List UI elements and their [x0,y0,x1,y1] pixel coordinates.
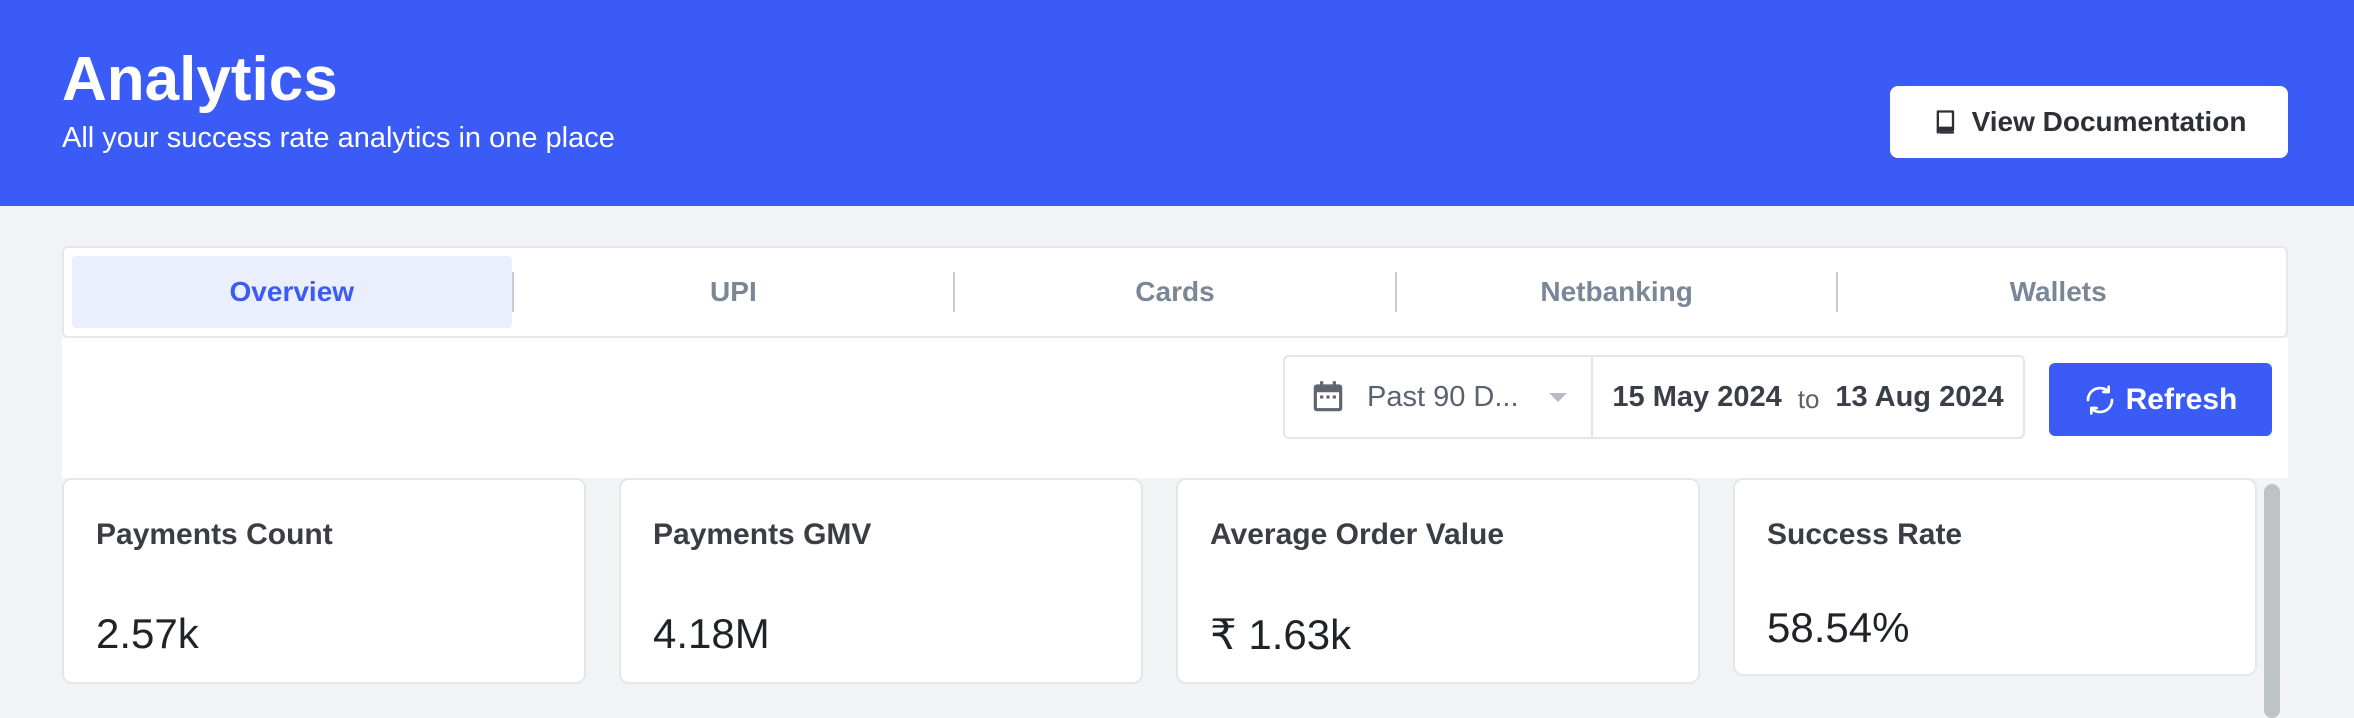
date-separator: to [1797,383,1820,414]
tab-wallets[interactable]: Wallets [1838,256,2278,328]
date-range-preset-select[interactable]: Past 90 D... [1285,357,1593,437]
metric-card-payments-count: Payments Count 2.57k [62,478,586,684]
metric-value: ₹ 1.63k [1210,611,1352,658]
tab-upi[interactable]: UPI [514,256,954,328]
metric-title: Payments Count [96,518,333,551]
payment-method-tabs: Overview UPI Cards Netbanking Wallets [62,246,2288,338]
tab-overview[interactable]: Overview [72,256,512,328]
start-date: 15 May 2024 [1612,380,1782,413]
refresh-label: Refresh [2125,382,2238,416]
metric-value: 2.57k [96,610,199,657]
tab-netbanking[interactable]: Netbanking [1397,256,1837,328]
page-subtitle: All your success rate analytics in one p… [62,122,615,154]
refresh-button[interactable]: Refresh [2049,363,2272,436]
scrollbar-thumb[interactable] [2264,484,2280,718]
chevron-down-icon [1548,392,1567,402]
date-filter: Past 90 D... 15 May 2024 to 13 Aug 2024 [1283,355,2025,439]
tab-cards[interactable]: Cards [955,256,1395,328]
calendar-icon [1313,381,1343,412]
date-range-preset-label: Past 90 D... [1367,380,1519,413]
metric-card-success-rate: Success Rate 58.54% [1733,478,2257,676]
metric-value: 58.54% [1767,604,1910,651]
metric-card-payments-gmv: Payments GMV 4.18M [619,478,1143,684]
metric-value: 4.18M [653,610,770,657]
metric-card-average-order-value: Average Order Value ₹ 1.63k [1176,478,1700,684]
metric-title: Average Order Value [1210,518,1505,551]
view-documentation-button[interactable]: View Documentation [1890,86,2288,158]
page-header: Analytics All your success rate analytic… [0,0,2354,206]
refresh-icon [2086,384,2113,415]
book-icon [1936,110,1954,134]
page-title: Analytics [62,45,338,114]
view-documentation-label: View Documentation [1971,106,2247,137]
date-range-picker[interactable]: 15 May 2024 to 13 Aug 2024 [1593,380,2023,415]
metric-title: Payments GMV [653,518,872,551]
metric-title: Success Rate [1767,518,1963,551]
end-date: 13 Aug 2024 [1835,380,2004,413]
